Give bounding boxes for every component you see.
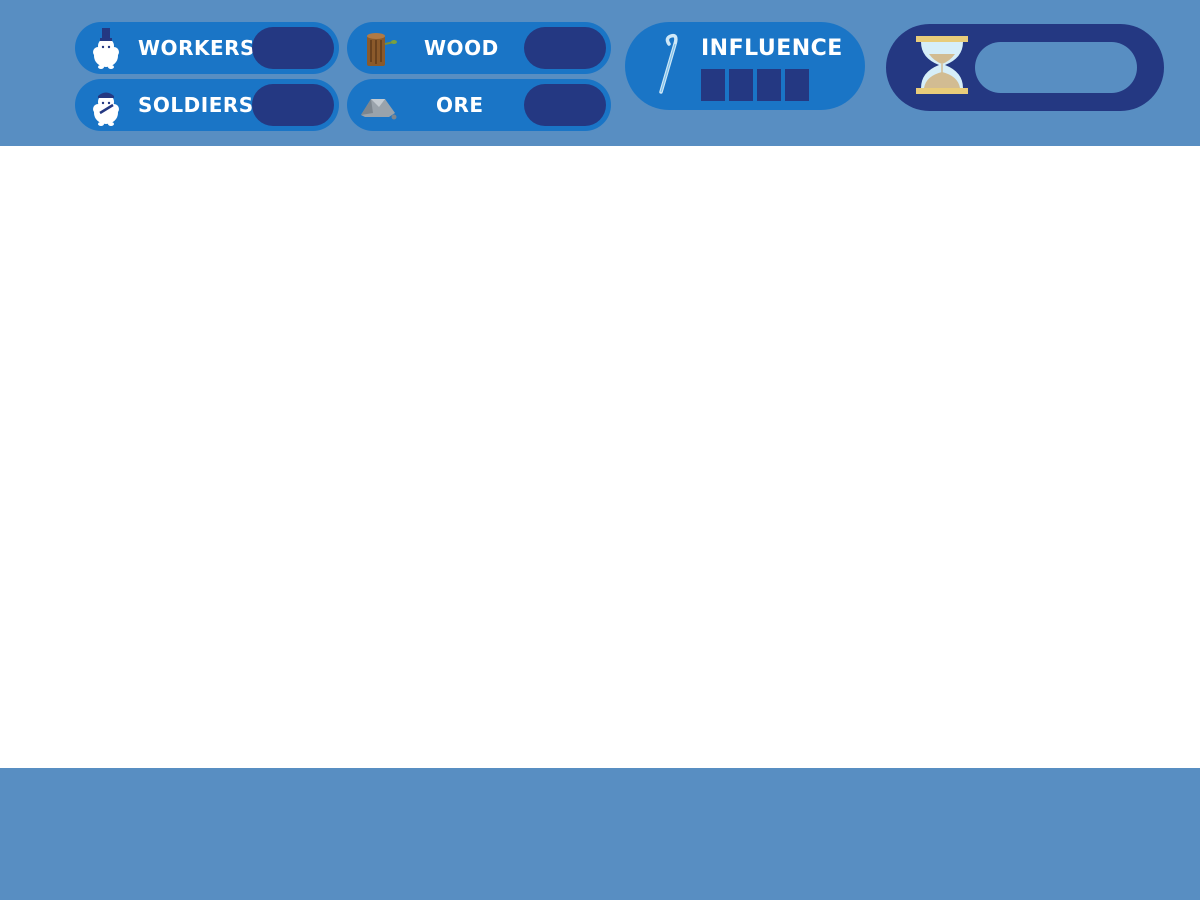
influence-slot bbox=[785, 69, 809, 101]
timer-value bbox=[975, 42, 1137, 93]
wood-log-icon bbox=[367, 33, 397, 66]
ore-value bbox=[524, 84, 606, 126]
resource-bar: WORKERS SOLDIERS WOOD ORE INFLUENCE bbox=[0, 0, 1200, 146]
influence-slots bbox=[701, 69, 809, 101]
workers-panel: WORKERS bbox=[75, 22, 339, 74]
workers-value bbox=[252, 27, 334, 69]
hourglass-icon bbox=[916, 36, 968, 94]
workers-label: WORKERS bbox=[138, 36, 255, 60]
influence-panel: INFLUENCE bbox=[625, 22, 865, 110]
soldiers-value bbox=[252, 84, 334, 126]
ore-label: ORE bbox=[436, 93, 484, 117]
soldiers-panel: SOLDIERS bbox=[75, 79, 339, 131]
ore-panel: ORE bbox=[347, 79, 611, 131]
worker-sheep-icon bbox=[93, 28, 119, 69]
influence-slot bbox=[757, 69, 781, 101]
influence-slot bbox=[729, 69, 753, 101]
ore-rock-icon bbox=[361, 99, 397, 120]
soldier-sheep-icon bbox=[93, 92, 119, 126]
wood-panel: WOOD bbox=[347, 22, 611, 74]
influence-slot bbox=[701, 69, 725, 101]
soldiers-label: SOLDIERS bbox=[138, 93, 254, 117]
bottom-bar bbox=[0, 768, 1200, 900]
influence-label: INFLUENCE bbox=[701, 36, 843, 61]
timer-panel bbox=[886, 24, 1164, 111]
game-board[interactable] bbox=[0, 146, 1200, 768]
shepherd-staff-icon bbox=[659, 33, 678, 94]
wood-label: WOOD bbox=[424, 36, 499, 60]
wood-value bbox=[524, 27, 606, 69]
